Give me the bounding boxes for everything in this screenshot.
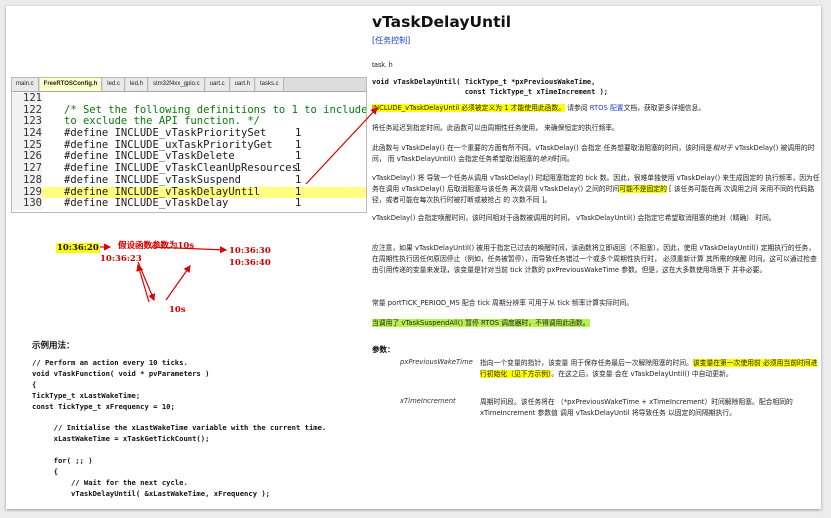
period-arrow-left (137, 261, 155, 302)
config-link-arrow (305, 107, 378, 185)
next-wake-arrow (150, 246, 228, 254)
screenshot-frame: main.c FreeRTOSConfig.h led.c led.h stm32f4x… (6, 6, 821, 509)
annotation-overlay (100, 107, 378, 303)
period-arrow-right (165, 265, 191, 301)
